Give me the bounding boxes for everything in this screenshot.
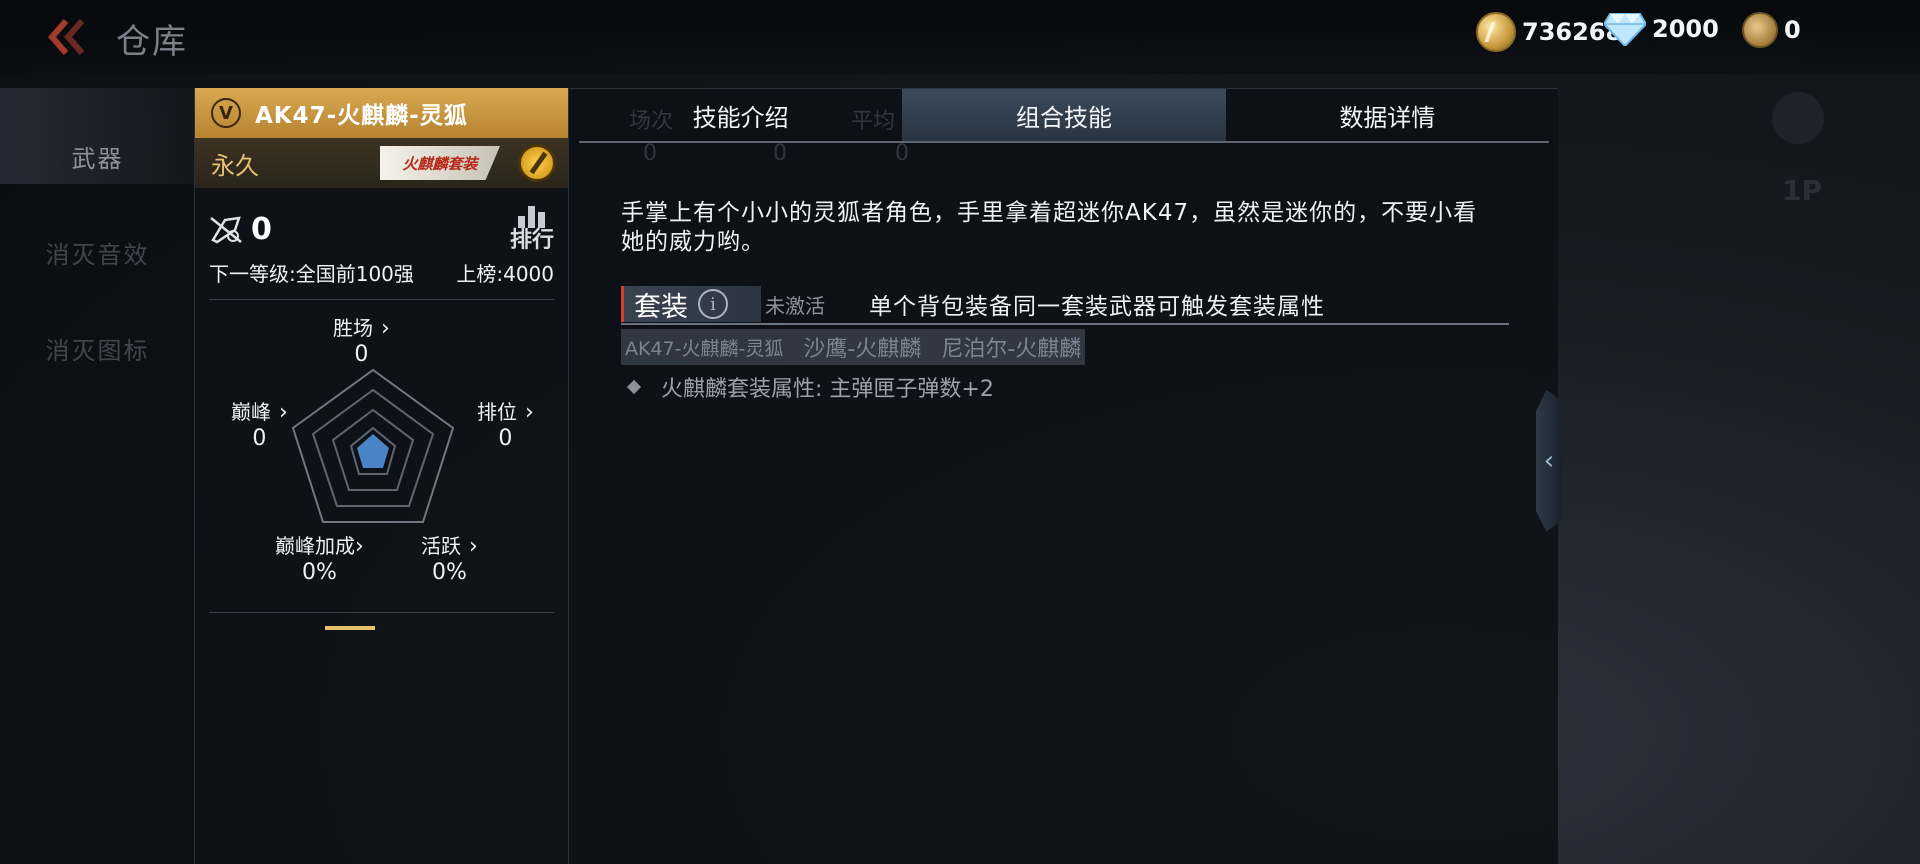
- leaderboard-threshold: 上榜:4000: [456, 262, 554, 286]
- diamond-icon: [1604, 13, 1646, 46]
- radar-data-area: [357, 434, 389, 468]
- suit-badge: 火麒麟套装: [380, 146, 500, 180]
- honor-currency[interactable]: 0: [1742, 12, 1801, 48]
- radar-label-peak-bonus[interactable]: 巅峰加成› 0%: [275, 534, 364, 587]
- tab-combo-skill[interactable]: 组合技能: [902, 89, 1226, 141]
- tab-label: 数据详情: [1339, 103, 1436, 132]
- background-player-badge: 1P: [1782, 174, 1823, 207]
- chevron-right-icon: ›: [525, 400, 534, 425]
- radar-value: 0%: [431, 560, 467, 586]
- suit-attribute-row: 火麒麟套装属性: 主弹匣子弹数+2: [626, 371, 994, 403]
- chevron-right-icon: ›: [469, 534, 478, 559]
- suit-note: 单个背包装备同一套装武器可触发套装属性: [869, 294, 1325, 320]
- tab-label: 组合技能: [1015, 103, 1112, 132]
- side-item-kill-sound[interactable]: 消灭音效: [0, 184, 195, 280]
- radar-label-peak[interactable]: 巅峰 › 0: [231, 400, 288, 453]
- chevron-left-icon: ‹: [1543, 446, 1555, 476]
- radar-label-text: 排位: [477, 400, 517, 424]
- suit-item[interactable]: 沙鹰-火麒麟: [803, 331, 921, 363]
- radar-pentagon: [291, 368, 455, 523]
- tab-bar: 技能介绍 组合技能 数据详情: [579, 89, 1549, 143]
- top-bar: 仓库 736268 2000 0: [0, 0, 1920, 74]
- skill-panel: 场次 平均 0 0 0 技能介绍 组合技能 数据详情 手掌上有个小小的灵狐者角色…: [568, 88, 1558, 864]
- bullet-icon: [626, 379, 642, 395]
- kill-count-icon: [210, 216, 242, 244]
- vip-badge-icon: V: [211, 98, 241, 128]
- radar-label-text: 活跃: [421, 534, 461, 558]
- suit-title: 套装: [634, 291, 688, 323]
- gold-currency[interactable]: 736268: [1476, 12, 1622, 52]
- page-indicator: [325, 626, 375, 630]
- side-item-label: 武器: [71, 145, 124, 173]
- chevron-right-icon: ›: [355, 534, 364, 559]
- radar-label-active[interactable]: 活跃 › 0%: [421, 534, 478, 587]
- tab-skill-intro[interactable]: 技能介绍: [579, 89, 902, 141]
- radar-label-text: 巅峰加成: [275, 534, 355, 558]
- suit-item[interactable]: 尼泊尔-火麒麟: [941, 331, 1081, 363]
- radar-label-text: 巅峰: [231, 400, 271, 424]
- diamond-currency[interactable]: 2000: [1604, 12, 1719, 46]
- tab-label: 技能介绍: [692, 103, 789, 132]
- suit-item[interactable]: AK47-火麒麟-灵狐: [625, 334, 783, 361]
- suit-row: 套装 i 未激活 单个背包装备同一套装武器可触发套装属性: [621, 285, 1509, 325]
- radar-value: 0: [252, 426, 267, 452]
- medal-icon[interactable]: [518, 144, 556, 182]
- side-item-label: 消灭图标: [45, 337, 150, 365]
- radar-value: 0%: [301, 560, 337, 586]
- honor-amount: 0: [1784, 16, 1801, 44]
- collapse-panel-button[interactable]: ‹: [1536, 390, 1562, 532]
- side-item-label: 消灭音效: [45, 241, 150, 269]
- info-icon[interactable]: i: [698, 289, 728, 319]
- side-item-weapons[interactable]: 武器: [0, 88, 195, 184]
- radar-label-text: 胜场: [333, 316, 373, 340]
- kill-count: 0: [251, 211, 272, 247]
- ghost-stat-value: 0: [895, 141, 909, 166]
- skill-description: 手掌上有个小小的灵狐者角色，手里拿着超迷你AK47，虽然是迷你的，不要小看她的威…: [621, 200, 1478, 255]
- weapon-name: AK47-火麒麟-灵狐: [255, 103, 468, 129]
- radar-label-wins[interactable]: 胜场 › 0: [333, 316, 390, 369]
- leaderboard-icon: [518, 206, 546, 228]
- weapon-info-panel: V AK47-火麒麟-灵狐 永久 火麒麟套装 0 排行 下一等级:全国前100强…: [194, 88, 568, 864]
- side-nav: 武器 消灭音效 消灭图标: [0, 88, 195, 376]
- weapon-duration: 永久: [211, 151, 259, 180]
- kill-rank-row: 0 排行: [195, 188, 568, 252]
- side-item-kill-icon[interactable]: 消灭图标: [0, 280, 195, 376]
- suit-tag: 套装 i: [621, 286, 761, 323]
- radar-label-ranked[interactable]: 排位 › 0: [477, 400, 534, 453]
- radar-value: 0: [498, 426, 513, 452]
- honor-coin-icon: [1742, 12, 1778, 48]
- suit-attribute: 火麒麟套装属性: 主弹匣子弹数+2: [661, 377, 994, 402]
- ghost-stat-value: 0: [643, 141, 657, 166]
- next-level-row: 下一等级:全国前100强 上榜:4000: [195, 252, 568, 287]
- back-arrow-icon: [48, 19, 85, 55]
- leaderboard-button[interactable]: 排行: [510, 206, 554, 252]
- ghost-stat-value: 0: [773, 141, 787, 166]
- weapon-subheader: 永久 火麒麟套装: [195, 138, 568, 188]
- next-level-text: 下一等级:全国前100强: [209, 262, 414, 286]
- page-title: 仓库: [116, 22, 188, 62]
- diamond-amount: 2000: [1652, 15, 1719, 43]
- back-button[interactable]: [44, 16, 92, 58]
- background-settings-icon: [1772, 92, 1824, 144]
- weapon-header: V AK47-火麒麟-灵狐: [195, 88, 568, 138]
- suit-status: 未激活: [765, 293, 825, 318]
- radar-chart: 胜场 › 0 排位 › 0 活跃 › 0% 巅峰加成› 0% 巅峰 › 0: [195, 300, 568, 630]
- chevron-right-icon: ›: [381, 316, 390, 341]
- tab-data-details[interactable]: 数据详情: [1226, 89, 1549, 141]
- suit-item-list: AK47-火麒麟-灵狐 沙鹰-火麒麟 尼泊尔-火麒麟: [621, 329, 1086, 365]
- leaderboard-label: 排行: [509, 228, 554, 253]
- gold-coin-icon: [1476, 12, 1516, 52]
